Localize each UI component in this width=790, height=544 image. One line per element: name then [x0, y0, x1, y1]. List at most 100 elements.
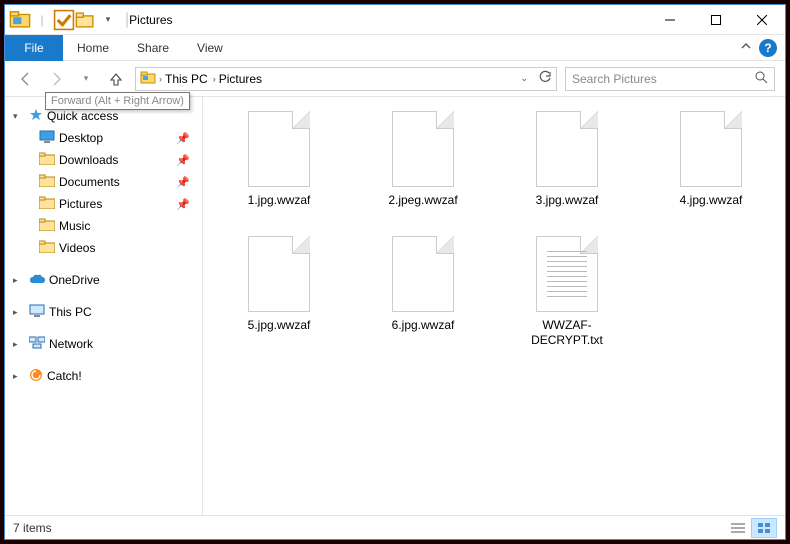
- properties-icon[interactable]: [53, 9, 75, 31]
- sidebar-item-desktop[interactable]: Desktop 📌: [5, 127, 202, 149]
- minimize-button[interactable]: [647, 5, 693, 35]
- tab-share[interactable]: Share: [123, 41, 183, 55]
- address-bar-row: Forward (Alt + Right Arrow) ▾ › This PC›…: [5, 61, 785, 97]
- breadcrumb: This PC›: [165, 72, 219, 86]
- tab-home[interactable]: Home: [63, 41, 123, 55]
- search-input[interactable]: Search Pictures: [565, 67, 775, 91]
- sidebar-item-this-pc[interactable]: ▸ This PC: [5, 301, 202, 323]
- sidebar-item-videos[interactable]: Videos: [5, 237, 202, 259]
- file-name: 4.jpg.wwzaf: [680, 193, 743, 208]
- sidebar-item-onedrive[interactable]: ▸ OneDrive: [5, 269, 202, 291]
- ribbon: File Home Share View ?: [5, 35, 785, 61]
- forward-tooltip: Forward (Alt + Right Arrow): [45, 92, 190, 110]
- sidebar-item-label: Videos: [59, 241, 95, 255]
- onedrive-icon: [29, 273, 45, 288]
- sidebar-item-downloads[interactable]: Downloads 📌: [5, 149, 202, 171]
- chevron-right-icon[interactable]: ▸: [13, 307, 25, 318]
- crumb-pictures[interactable]: Pictures: [219, 72, 262, 86]
- address-folder-icon: [140, 70, 156, 87]
- address-bar[interactable]: › This PC› Pictures ⌄: [135, 67, 557, 91]
- network-icon: [29, 336, 45, 352]
- titlebar: | ▾ | Pictures: [5, 5, 785, 35]
- help-icon[interactable]: ?: [759, 39, 777, 57]
- sidebar-item-documents[interactable]: Documents 📌: [5, 171, 202, 193]
- chevron-right-icon[interactable]: ›: [156, 74, 165, 84]
- close-button[interactable]: [739, 5, 785, 35]
- file-icon: [536, 111, 598, 187]
- sidebar-item-network[interactable]: ▸ Network: [5, 333, 202, 355]
- maximize-button[interactable]: [693, 5, 739, 35]
- sidebar-item-label: Network: [49, 337, 93, 351]
- downloads-icon: [39, 152, 55, 168]
- file-icon: [392, 236, 454, 312]
- sidebar-item-label: Catch!: [47, 369, 82, 383]
- view-icons-button[interactable]: [751, 518, 777, 538]
- recent-dropdown-icon[interactable]: ▾: [75, 68, 97, 90]
- file-item[interactable]: 2.jpeg.wwzaf: [375, 111, 471, 208]
- ribbon-collapse-icon[interactable]: [741, 41, 751, 55]
- sidebar-item-label: Desktop: [59, 131, 103, 145]
- item-count: 7 items: [13, 521, 52, 535]
- file-name: WWZAF-DECRYPT.txt: [519, 318, 615, 348]
- file-item[interactable]: WWZAF-DECRYPT.txt: [519, 236, 615, 348]
- file-item[interactable]: 1.jpg.wwzaf: [231, 111, 327, 208]
- sidebar-item-pictures[interactable]: Pictures 📌: [5, 193, 202, 215]
- desktop-icon: [39, 130, 55, 146]
- chevron-down-icon[interactable]: ▾: [13, 111, 25, 122]
- qat-dropdown-icon[interactable]: ▾: [97, 9, 119, 31]
- tab-view[interactable]: View: [183, 41, 237, 55]
- status-bar: 7 items: [5, 515, 785, 539]
- address-dropdown-icon[interactable]: ⌄: [520, 73, 528, 84]
- file-name: 6.jpg.wwzaf: [392, 318, 455, 333]
- sidebar-item-catch-[interactable]: ▸ Catch!: [5, 365, 202, 387]
- videos-icon: [39, 240, 55, 256]
- file-name: 3.jpg.wwzaf: [536, 193, 599, 208]
- chevron-right-icon[interactable]: ▸: [13, 371, 25, 382]
- file-name: 1.jpg.wwzaf: [248, 193, 311, 208]
- forward-button[interactable]: Forward (Alt + Right Arrow): [45, 68, 67, 90]
- sidebar-item-music[interactable]: Music: [5, 215, 202, 237]
- window-title: Pictures: [129, 13, 172, 27]
- pin-icon: 📌: [176, 198, 190, 211]
- pin-icon: 📌: [176, 154, 190, 167]
- breadcrumb: Pictures: [219, 72, 262, 86]
- refresh-icon[interactable]: [538, 70, 552, 87]
- sidebar-item-label: Downloads: [59, 153, 118, 167]
- search-icon[interactable]: [755, 71, 768, 87]
- catch-icon: [29, 368, 43, 385]
- file-icon: [248, 111, 310, 187]
- file-name: 5.jpg.wwzaf: [248, 318, 311, 333]
- new-folder-icon[interactable]: [75, 9, 97, 31]
- file-name: 2.jpeg.wwzaf: [388, 193, 457, 208]
- chevron-right-icon[interactable]: ▸: [13, 275, 25, 286]
- file-item[interactable]: 5.jpg.wwzaf: [231, 236, 327, 348]
- sidebar-item-label: Music: [59, 219, 90, 233]
- view-details-button[interactable]: [725, 518, 751, 538]
- file-tab[interactable]: File: [5, 35, 63, 61]
- explorer-icon: [9, 9, 31, 31]
- thispc-icon: [29, 304, 45, 320]
- search-placeholder: Search Pictures: [572, 72, 657, 86]
- body: ▾ Quick access Desktop 📌 Downloads 📌 Doc…: [5, 97, 785, 515]
- sidebar-item-label: Documents: [59, 175, 120, 189]
- file-icon: [536, 236, 598, 312]
- sidebar-item-label: This PC: [49, 305, 92, 319]
- chevron-right-icon[interactable]: ›: [210, 74, 219, 84]
- quick-access-label: Quick access: [47, 109, 118, 123]
- chevron-right-icon[interactable]: ▸: [13, 339, 25, 350]
- pin-icon: 📌: [176, 176, 190, 189]
- crumb-this-pc[interactable]: This PC: [165, 72, 208, 86]
- sidebar-item-label: Pictures: [59, 197, 102, 211]
- file-item[interactable]: 3.jpg.wwzaf: [519, 111, 615, 208]
- file-item[interactable]: 6.jpg.wwzaf: [375, 236, 471, 348]
- pin-icon: 📌: [176, 132, 190, 145]
- sidebar-item-label: OneDrive: [49, 273, 100, 287]
- window-controls: [647, 5, 785, 35]
- quick-access-toolbar: | ▾: [5, 9, 119, 31]
- file-item[interactable]: 4.jpg.wwzaf: [663, 111, 759, 208]
- file-list[interactable]: 1.jpg.wwzaf 2.jpeg.wwzaf 3.jpg.wwzaf 4.j…: [203, 97, 785, 515]
- qat-divider: |: [31, 9, 53, 31]
- file-icon: [248, 236, 310, 312]
- up-button[interactable]: [105, 68, 127, 90]
- back-button[interactable]: [15, 68, 37, 90]
